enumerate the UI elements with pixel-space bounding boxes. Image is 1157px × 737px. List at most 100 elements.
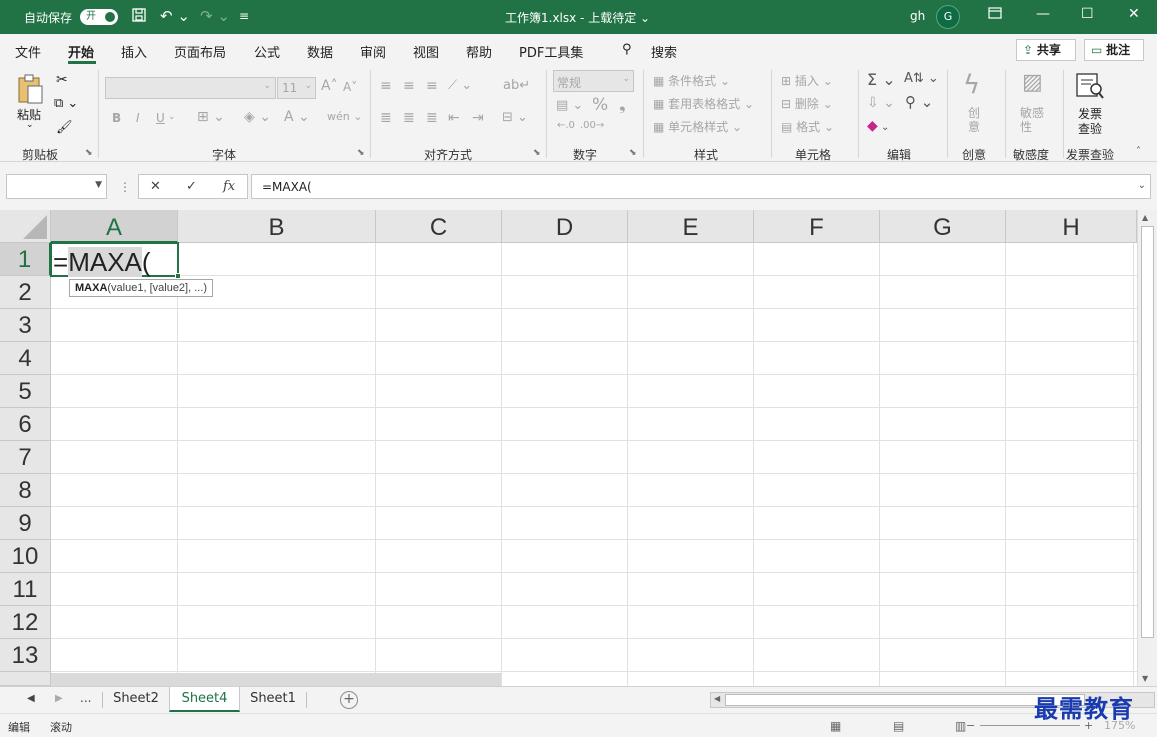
tab-help[interactable]: 帮助 xyxy=(466,42,492,61)
row-header-14[interactable] xyxy=(0,672,51,686)
fill-color-icon[interactable]: ◈ ⌄ xyxy=(244,109,271,125)
tab-file[interactable]: 文件 xyxy=(15,42,41,61)
wrap-text-icon[interactable]: ab↵ xyxy=(503,78,530,93)
row-header-3[interactable]: 3 xyxy=(0,309,51,342)
autosum-icon[interactable]: Σ ⌄ xyxy=(867,70,896,89)
alignment-launcher-icon[interactable]: ⬊ xyxy=(533,148,541,158)
format-cells-button[interactable]: ▤ 格式 ⌄ xyxy=(781,118,834,135)
column-header-b[interactable]: B xyxy=(178,210,376,243)
search-label[interactable]: 搜索 xyxy=(651,42,677,61)
percent-icon[interactable]: % xyxy=(592,95,608,115)
delete-cells-button[interactable]: ⊟ 删除 ⌄ xyxy=(781,95,833,112)
enter-icon[interactable]: ✓ xyxy=(186,179,197,194)
font-name-select[interactable]: ⌄ xyxy=(105,77,276,99)
align-left-icon[interactable]: ≣ xyxy=(380,110,392,126)
scroll-down-icon[interactable]: ▼ xyxy=(1142,674,1148,683)
align-right-icon[interactable]: ≣ xyxy=(426,110,438,126)
vertical-scrollbar[interactable]: ▲ ▼ xyxy=(1137,210,1157,686)
align-bottom-icon[interactable]: ≡ xyxy=(426,78,438,94)
column-header-g[interactable]: G xyxy=(880,210,1006,243)
redo-icon[interactable]: ↷ ⌄ xyxy=(200,7,230,25)
column-header-d[interactable]: D xyxy=(502,210,628,243)
merge-center-icon[interactable]: ⊟ ⌄ xyxy=(502,110,528,125)
tab-data[interactable]: 数据 xyxy=(307,42,333,61)
format-painter-icon[interactable]: 🖌 xyxy=(56,120,73,135)
row-header-8[interactable]: 8 xyxy=(0,474,51,507)
sheet-tab-sheet2[interactable]: Sheet2 xyxy=(103,687,169,712)
insert-cells-button[interactable]: ⊞ 插入 ⌄ xyxy=(781,72,833,89)
horizontal-scroll-thumb[interactable] xyxy=(725,694,1085,706)
maximize-icon[interactable]: ☐ xyxy=(1081,6,1094,22)
align-top-icon[interactable]: ≡ xyxy=(380,78,392,94)
page-layout-view-icon[interactable]: ▤ xyxy=(893,719,904,733)
close-icon[interactable]: ✕ xyxy=(1128,6,1140,22)
font-size-select[interactable]: 11 ⌄ xyxy=(277,77,316,99)
zoom-slider-track[interactable] xyxy=(980,725,1080,726)
ribbon-display-icon[interactable] xyxy=(988,6,1002,24)
row-header-5[interactable]: 5 xyxy=(0,375,51,408)
tab-pdf-tools[interactable]: PDF工具集 xyxy=(519,42,583,61)
next-sheet-icon[interactable]: ▶ xyxy=(55,693,63,704)
number-launcher-icon[interactable]: ⬊ xyxy=(629,148,637,158)
row-header-6[interactable]: 6 xyxy=(0,408,51,441)
name-box[interactable]: ▼ xyxy=(6,174,107,199)
tab-formulas[interactable]: 公式 xyxy=(254,42,280,61)
page-break-view-icon[interactable]: ▥ xyxy=(955,719,966,733)
underline-button[interactable]: U xyxy=(156,111,165,125)
cancel-icon[interactable]: ✕ xyxy=(150,179,161,194)
tab-home[interactable]: 开始 xyxy=(68,42,94,61)
increase-decimal-icon[interactable]: ←.0 xyxy=(557,120,575,131)
lightning-icon[interactable]: ϟ xyxy=(963,70,980,100)
align-middle-icon[interactable]: ≡ xyxy=(403,78,415,94)
row-header-10[interactable]: 10 xyxy=(0,540,51,573)
function-tooltip[interactable]: MAXA(value1, [value2], ...) xyxy=(69,279,214,297)
share-button[interactable]: ⇪ 共享 xyxy=(1016,39,1076,61)
paste-dropdown-icon[interactable]: ⌄ xyxy=(26,120,34,130)
increase-font-icon[interactable]: A˄ xyxy=(321,78,338,94)
tab-page-layout[interactable]: 页面布局 xyxy=(174,42,226,61)
select-all-button[interactable] xyxy=(0,210,51,243)
row-header-1[interactable]: 1 xyxy=(0,243,51,276)
sheet-tab-sheet1[interactable]: Sheet1 xyxy=(240,687,306,712)
border-icon[interactable]: ⊞ ⌄ xyxy=(197,109,225,125)
collapse-ribbon-icon[interactable]: ˄ xyxy=(1136,146,1141,157)
accounting-icon[interactable]: ▤ ⌄ xyxy=(556,98,583,113)
normal-view-icon[interactable]: ▦ xyxy=(830,719,841,733)
undo-icon[interactable]: ↶ ⌄ xyxy=(160,7,190,25)
sensitivity-icon[interactable]: ▨ xyxy=(1022,70,1043,95)
cell-styles-button[interactable]: ▦ 单元格样式 ⌄ xyxy=(653,118,742,135)
minimize-icon[interactable]: — xyxy=(1036,6,1050,22)
cut-icon[interactable]: ✂ xyxy=(56,72,68,88)
clipboard-launcher-icon[interactable]: ⬊ xyxy=(85,148,93,158)
number-format-select[interactable]: 常规 ⌄ xyxy=(553,70,634,92)
avatar[interactable]: G xyxy=(936,5,960,29)
sort-filter-icon[interactable]: A⇅ ⌄ xyxy=(904,71,939,86)
align-center-icon[interactable]: ≣ xyxy=(403,110,415,126)
tab-view[interactable]: 视图 xyxy=(413,42,439,61)
customize-quick-access-icon[interactable]: ≡ xyxy=(239,9,249,23)
column-header-c[interactable]: C xyxy=(376,210,502,243)
autosave-toggle[interactable]: 开 xyxy=(80,9,118,25)
row-header-12[interactable]: 12 xyxy=(0,606,51,639)
row-header-7[interactable]: 7 xyxy=(0,441,51,474)
underline-dropdown-icon[interactable]: ⌄ xyxy=(168,112,176,122)
formula-input[interactable]: =MAXA( ⌄ xyxy=(251,174,1151,199)
column-header-f[interactable]: F xyxy=(754,210,880,243)
worksheet-grid[interactable]: A B C D E F G H 1 2 3 4 5 6 7 8 9 10 11 … xyxy=(0,210,1157,686)
document-title[interactable]: 工作簿1.xlsx - 上载待定 ⌄ xyxy=(505,9,650,26)
column-header-h[interactable]: H xyxy=(1006,210,1137,243)
scroll-up-icon[interactable]: ▲ xyxy=(1142,213,1148,222)
prev-sheet-icon[interactable]: ◀ xyxy=(27,693,35,704)
row-header-11[interactable]: 11 xyxy=(0,573,51,606)
expand-formula-icon[interactable]: ⌄ xyxy=(1138,180,1146,191)
zoom-out-icon[interactable]: − xyxy=(966,719,975,732)
italic-button[interactable]: I xyxy=(136,111,140,125)
comma-icon[interactable]: ❟ xyxy=(619,95,626,115)
phonetic-icon[interactable]: wén ⌄ xyxy=(327,110,362,123)
splitter-icon[interactable]: ⋮ xyxy=(119,180,131,194)
row-header-2[interactable]: 2 xyxy=(0,276,51,309)
find-select-icon[interactable]: ⚲ ⌄ xyxy=(905,93,933,111)
clear-icon[interactable]: ◆ ⌄ xyxy=(867,118,889,134)
tooltip-function[interactable]: MAXA xyxy=(75,282,107,294)
font-launcher-icon[interactable]: ⬊ xyxy=(357,148,365,158)
